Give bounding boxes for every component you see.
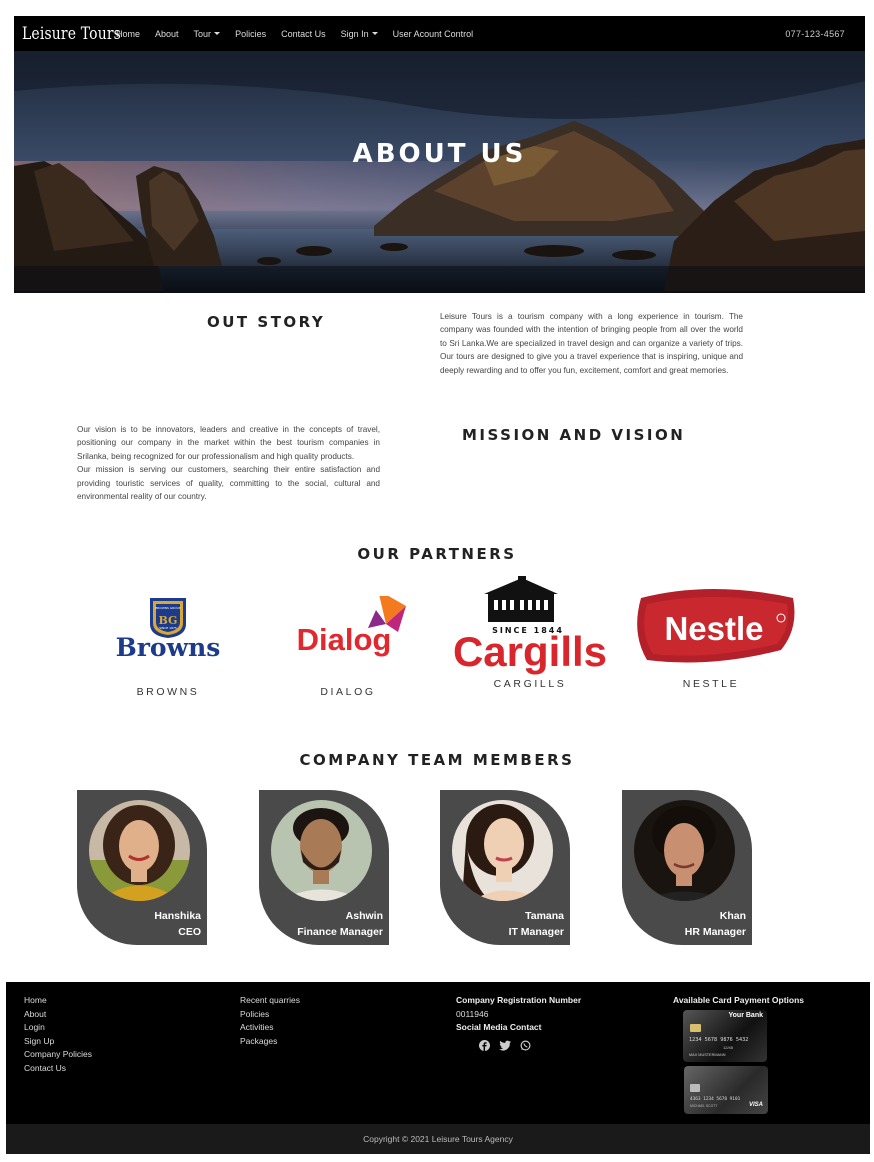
hero-banner: ABOUT US xyxy=(14,51,865,293)
footer-link-signup[interactable]: Sign Up xyxy=(24,1035,92,1049)
partner-dialog: Dialog DIALOG xyxy=(258,596,438,701)
team-card: Hanshika CEO xyxy=(77,790,207,945)
nestle-wordmark: Nestle xyxy=(664,610,763,647)
nav-menu: Home About Tour Policies Contact Us Sign… xyxy=(116,29,488,39)
team-member-role: HR Manager xyxy=(684,926,746,938)
brand-logo[interactable]: Leisure Tours xyxy=(22,24,121,44)
visa-logo: VISA xyxy=(748,1102,763,1108)
footer-payment-options: Available Card Payment Options xyxy=(673,994,804,1008)
team-member-role: CEO xyxy=(178,926,201,938)
team-member-info: Hanshika CEO xyxy=(154,908,201,940)
mission-text: Our mission is serving our customers, se… xyxy=(77,465,380,502)
vision-text: Our vision is to be innovators, leaders … xyxy=(77,425,380,461)
card-holder: MAX MUSTERMANN xyxy=(689,1053,726,1057)
card-holder: MICHAEL SCOTT xyxy=(690,1104,718,1108)
footer-link-about[interactable]: About xyxy=(24,1008,92,1022)
partner-cargills: SINCE 1844 Cargills CARGILLS xyxy=(440,576,620,701)
nav-policies[interactable]: Policies xyxy=(235,29,266,39)
nav-about[interactable]: About xyxy=(155,29,179,39)
cargills-wordmark: Cargills xyxy=(453,628,607,675)
partner-name-cargills: CARGILLS xyxy=(493,678,567,690)
hero-title: ABOUT US xyxy=(352,139,527,169)
team-member-photo xyxy=(89,800,190,901)
team-card: Khan HR Manager xyxy=(622,790,752,945)
card-number: 4363 1234 5678 9101 xyxy=(690,1097,741,1102)
registration-number: 0011946 xyxy=(456,1008,489,1019)
team-card: Tamana IT Manager xyxy=(440,790,570,945)
partner-nestle: Nestle NESTLE xyxy=(621,588,801,701)
footer-link-policies[interactable]: Policies xyxy=(240,1008,300,1022)
card-chip-icon xyxy=(690,1084,700,1092)
dialog-wordmark: Dialog xyxy=(297,622,392,657)
twitter-icon[interactable] xyxy=(499,1040,511,1051)
story-title: OUT STORY xyxy=(207,313,326,331)
caret-down-icon xyxy=(371,32,378,35)
team-member-photo xyxy=(634,800,735,901)
nav-tour-dropdown[interactable]: Tour xyxy=(194,29,221,39)
payment-card-1: Your Bank 1234 5678 9876 5432 12/45 MAX … xyxy=(683,1010,767,1062)
hero-background-image xyxy=(14,51,865,293)
team-member-photo xyxy=(452,800,553,901)
nav-user-account-control[interactable]: User Acount Control xyxy=(393,29,474,39)
team-card: Ashwin Finance Manager xyxy=(259,790,389,945)
nav-signin-dropdown[interactable]: Sign In xyxy=(341,29,378,39)
facebook-icon[interactable] xyxy=(479,1039,490,1051)
story-text: Leisure Tours is a tourism company with … xyxy=(440,312,743,375)
team-member-name: Khan xyxy=(719,910,746,922)
partners-title: OUR PARTNERS xyxy=(357,545,517,563)
partner-name-nestle: NESTLE xyxy=(682,678,740,690)
nav-signin-label: Sign In xyxy=(340,28,369,39)
browns-badge-top: BROWNS GROUP xyxy=(155,606,181,610)
card-bank-name: Your Bank xyxy=(728,1012,764,1019)
partner-browns: BG BROWNS GROUP SINCE 1875 Browns BROWNS xyxy=(78,596,258,701)
footer-link-activities[interactable]: Activities xyxy=(240,1021,300,1035)
team-member-name: Hanshika xyxy=(154,910,201,922)
card-payment-title: Available Card Payment Options xyxy=(673,995,804,1005)
footer-company-info: Company Registration Number 0011946 Soci… xyxy=(456,994,581,1051)
team-member-info: Ashwin Finance Manager xyxy=(297,908,383,940)
copyright-bar: Copyright © 2021 Leisure Tours Agency xyxy=(6,1124,870,1154)
page: Leisure Tours Home About Tour Policies C… xyxy=(0,0,874,1162)
nestle-logo: Nestle xyxy=(637,589,795,663)
team-member-name: Ashwin xyxy=(345,910,383,922)
browns-logo: BG BROWNS GROUP SINCE 1875 Browns xyxy=(116,598,221,662)
card-expiry: 12/45 xyxy=(723,1045,734,1050)
navbar: Leisure Tours Home About Tour Policies C… xyxy=(14,16,865,51)
footer: Home About Login Sign Up Company Policie… xyxy=(6,982,870,1124)
partner-name-dialog: DIALOG xyxy=(320,686,376,698)
footer-link-packages[interactable]: Packages xyxy=(240,1035,300,1049)
phone-number: 077-123-4567 xyxy=(785,28,845,39)
footer-link-recent-quarries[interactable]: Recent quarries xyxy=(240,994,300,1008)
nav-contact[interactable]: Contact Us xyxy=(281,29,326,39)
team-title: COMPANY TEAM MEMBERS xyxy=(299,751,575,769)
team-member-info: Khan HR Manager xyxy=(685,908,746,940)
dialog-logo: Dialog xyxy=(297,596,406,657)
mission-title: MISSION AND VISION xyxy=(462,426,686,444)
browns-wordmark: Browns xyxy=(116,633,221,662)
caret-down-icon xyxy=(214,32,221,35)
team-member-info: Tamana IT Manager xyxy=(509,908,564,940)
social-icons xyxy=(479,1039,581,1051)
payment-card-2: 4363 1234 5678 9101 MICHAEL SCOTT VISA xyxy=(684,1066,768,1114)
footer-link-company-policies[interactable]: Company Policies xyxy=(24,1048,92,1062)
footer-link-contact[interactable]: Contact Us xyxy=(24,1062,92,1076)
footer-link-home[interactable]: Home xyxy=(24,994,92,1008)
social-media-title: Social Media Contact xyxy=(456,1022,542,1033)
cargills-logo: SINCE 1844 Cargills xyxy=(453,576,607,675)
card-number: 1234 5678 9876 5432 xyxy=(689,1037,749,1043)
team-member-role: IT Manager xyxy=(508,926,564,938)
footer-links-main: Home About Login Sign Up Company Policie… xyxy=(24,994,92,1076)
registration-title: Company Registration Number xyxy=(456,995,582,1005)
nav-tour-label: Tour xyxy=(193,28,212,39)
footer-link-login[interactable]: Login xyxy=(24,1021,92,1035)
team-member-name: Tamana xyxy=(525,910,564,922)
card-chip-icon xyxy=(690,1024,701,1032)
team-member-role: Finance Manager xyxy=(297,926,383,938)
partner-name-browns: BROWNS xyxy=(136,686,200,698)
whatsapp-icon[interactable] xyxy=(520,1040,531,1051)
footer-links-secondary: Recent quarries Policies Activities Pack… xyxy=(240,994,300,1048)
browns-badge-bottom: SINCE 1875 xyxy=(159,626,177,630)
team-member-photo xyxy=(271,800,372,901)
mission-text-block: Our vision is to be innovators, leaders … xyxy=(77,423,380,503)
